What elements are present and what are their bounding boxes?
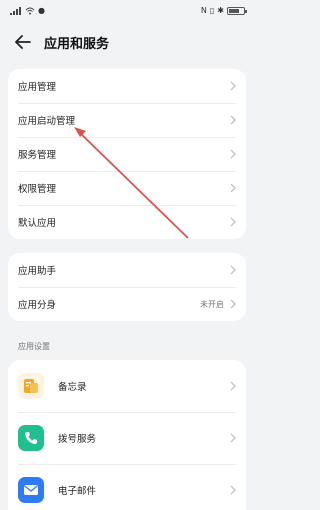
app-settings-group: 备忘录 拨号服务 电子邮件 [8, 360, 246, 510]
app-item-label: 拨号服务 [58, 434, 97, 445]
chevron-right-icon [230, 217, 236, 227]
phone-icon [18, 425, 44, 451]
memo-icon [18, 373, 44, 399]
menu-item-app-twin[interactable]: 应用分身 未开启 [8, 287, 246, 321]
menu-item-label: 应用启动管理 [18, 116, 76, 127]
section-label-app-settings: 应用设置 [18, 342, 50, 351]
status-left-icons: ● [10, 7, 45, 15]
chevron-right-icon [230, 433, 236, 443]
menu-item-label: 应用分身 [18, 300, 57, 311]
signal-icon [10, 7, 21, 15]
status-bar: ● N ▯ ✱ [0, 0, 255, 22]
menu-item-app-launch-management[interactable]: 应用启动管理 [8, 103, 246, 137]
menu-item-default-apps[interactable]: 默认应用 [8, 205, 246, 239]
app-management-group: 应用管理 应用启动管理 服务管理 权限管理 默认应用 [8, 69, 246, 239]
page-title: 应用和服务 [44, 36, 110, 52]
chevron-right-icon [230, 265, 236, 275]
app-twin-status: 未开启 [200, 299, 224, 309]
chevron-right-icon [230, 183, 236, 193]
chevron-right-icon [230, 485, 236, 495]
app-item-label: 备忘录 [58, 382, 87, 393]
app-item-label: 电子邮件 [58, 486, 97, 497]
menu-item-label: 应用管理 [18, 82, 57, 93]
chevron-right-icon [230, 381, 236, 391]
battery-icon [227, 7, 247, 15]
back-arrow-icon [15, 35, 31, 49]
email-icon [18, 477, 44, 503]
app-tools-group: 应用助手 应用分身 未开启 [8, 253, 246, 321]
app-item-memo[interactable]: 备忘录 [8, 360, 246, 412]
chevron-right-icon [230, 149, 236, 159]
menu-item-app-assistant[interactable]: 应用助手 [8, 253, 246, 287]
chevron-right-icon [230, 299, 236, 309]
chevron-right-icon [230, 81, 236, 91]
menu-item-label: 权限管理 [18, 184, 57, 195]
header: 应用和服务 [0, 22, 255, 62]
menu-item-label: 应用助手 [18, 266, 57, 277]
wifi-icon [25, 7, 35, 15]
menu-item-service-management[interactable]: 服务管理 [8, 137, 246, 171]
menu-item-label: 服务管理 [18, 150, 57, 161]
app-item-dialer[interactable]: 拨号服务 [8, 412, 246, 464]
menu-item-label: 默认应用 [18, 218, 57, 229]
chevron-right-icon [230, 115, 236, 125]
status-right-icons: N ▯ ✱ [200, 6, 247, 15]
menu-item-permission-management[interactable]: 权限管理 [8, 171, 246, 205]
vibrate-icon: ▯ [209, 6, 215, 15]
bluetooth-icon: ✱ [217, 6, 224, 15]
menu-item-app-management[interactable]: 应用管理 [8, 69, 246, 103]
nfc-icon: N [200, 6, 207, 15]
back-button[interactable] [10, 29, 36, 55]
app-item-email[interactable]: 电子邮件 [8, 464, 246, 510]
notification-icon: ● [38, 6, 45, 15]
